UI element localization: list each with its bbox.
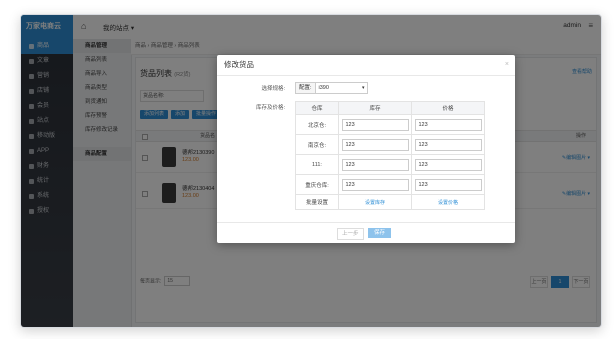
modal-header: 修改货品 × [217, 55, 515, 76]
price-input[interactable]: 123 [414, 138, 482, 151]
col-warehouse: 仓库 [295, 101, 339, 115]
price-input[interactable]: 123 [414, 118, 482, 131]
batch-row: 批量设置 设置库存 设置价格 [295, 194, 485, 210]
modal-footer: 上一步 保存 [217, 222, 515, 243]
close-icon[interactable]: × [505, 55, 509, 75]
warehouse-name: 111: [295, 154, 339, 175]
spec-selector: 配置: i390 ▾ [295, 82, 368, 94]
batch-label: 批量设置 [295, 194, 339, 210]
warehouse-row: 北京仓: 123 123 [295, 114, 485, 135]
warehouse-row: 111: 123 123 [295, 154, 485, 175]
warehouse-name: 重庆仓库: [295, 174, 339, 195]
stock-input[interactable]: 123 [341, 158, 409, 171]
price-input[interactable]: 123 [414, 158, 482, 171]
col-price: 价格 [411, 101, 485, 115]
warehouse-row: 南京仓: 123 123 [295, 134, 485, 155]
modal-title: 修改货品 [224, 60, 254, 69]
col-stock: 库存 [338, 101, 412, 115]
stock-price-label: 库存及价格: [255, 105, 285, 111]
spec-config-button[interactable]: 配置: [295, 82, 316, 94]
warehouse-row: 重庆仓库: 123 123 [295, 174, 485, 195]
warehouse-name: 南京仓: [295, 134, 339, 155]
warehouse-name: 北京仓: [295, 114, 339, 135]
chevron-down-icon: ▾ [362, 85, 365, 91]
stock-input[interactable]: 123 [341, 138, 409, 151]
stock-input[interactable]: 123 [341, 178, 409, 191]
spec-label: 选择规格: [261, 86, 285, 92]
edit-product-modal: 修改货品 × 选择规格: 配置: i390 ▾ 库存及价格: 仓库 库存 价格 北… [217, 55, 515, 243]
save-button[interactable]: 保存 [368, 228, 392, 238]
stock-price-table: 仓库 库存 价格 北京仓: 123 123 南京仓: 123 123 111: … [295, 101, 485, 210]
previous-step-button[interactable]: 上一步 [337, 228, 364, 240]
app-window: 万家电商云 商品文章营销店铺会员站点移动版APP财务统计系统授权 ⌂ 我的站点 … [20, 14, 602, 328]
set-stock-link[interactable]: 设置库存 [365, 200, 385, 206]
price-input[interactable]: 123 [414, 178, 482, 191]
stock-input[interactable]: 123 [341, 118, 409, 131]
set-price-link[interactable]: 设置价格 [438, 200, 458, 206]
spec-select[interactable]: i390 ▾ [315, 82, 368, 94]
